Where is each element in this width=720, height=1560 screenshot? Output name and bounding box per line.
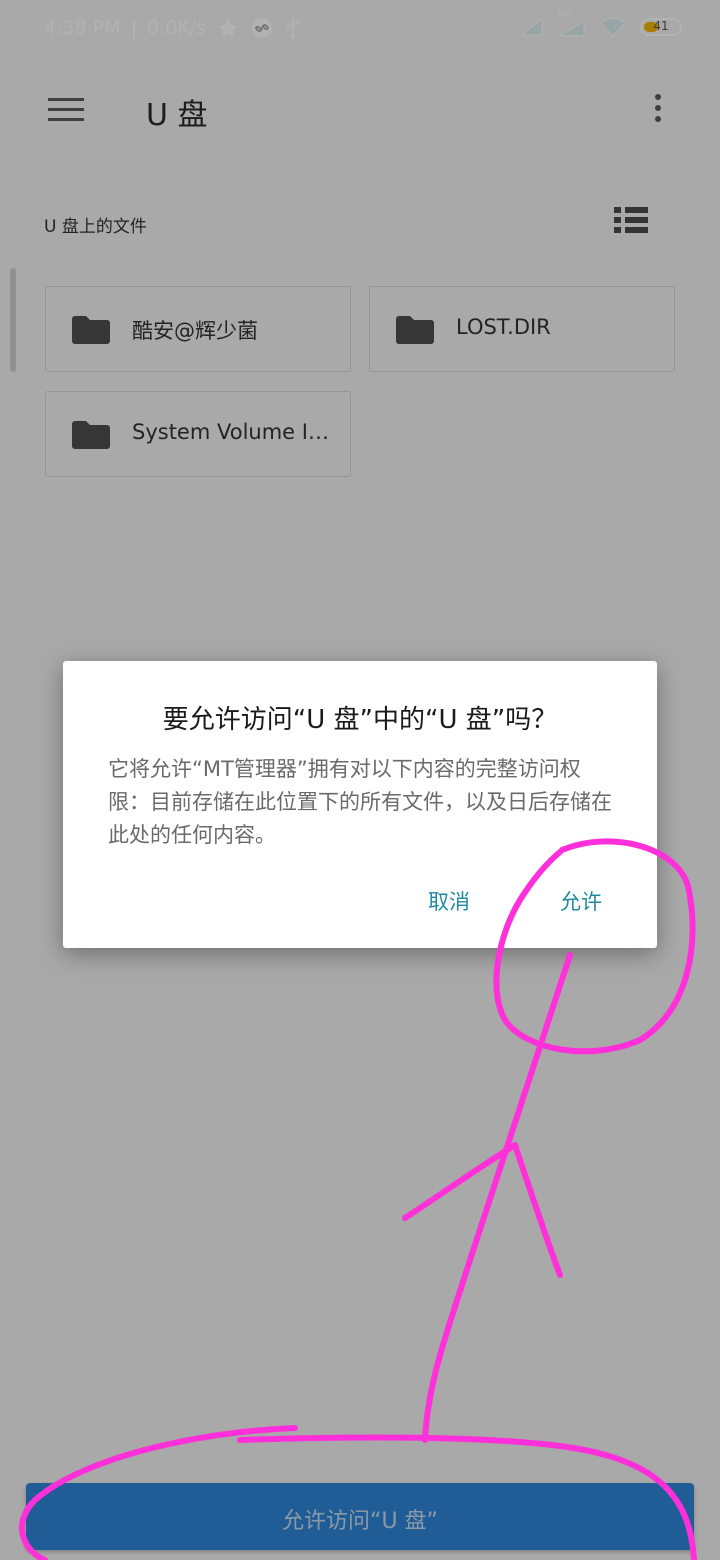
- dialog-title: 要允许访问“U 盘”中的“U 盘”吗？: [162, 705, 558, 735]
- dialog-body: 它将允许“MT管理器”拥有对以下内容的完整访问权限：目前存储在此位置下的所有文件…: [108, 757, 612, 847]
- permission-dialog: 要允许访问“U 盘”中的“U 盘”吗？ 它将允许“MT管理器”拥有对以下内容的完…: [63, 661, 657, 948]
- cancel-button[interactable]: 取消: [428, 886, 470, 916]
- allow-button[interactable]: 允许: [560, 886, 602, 916]
